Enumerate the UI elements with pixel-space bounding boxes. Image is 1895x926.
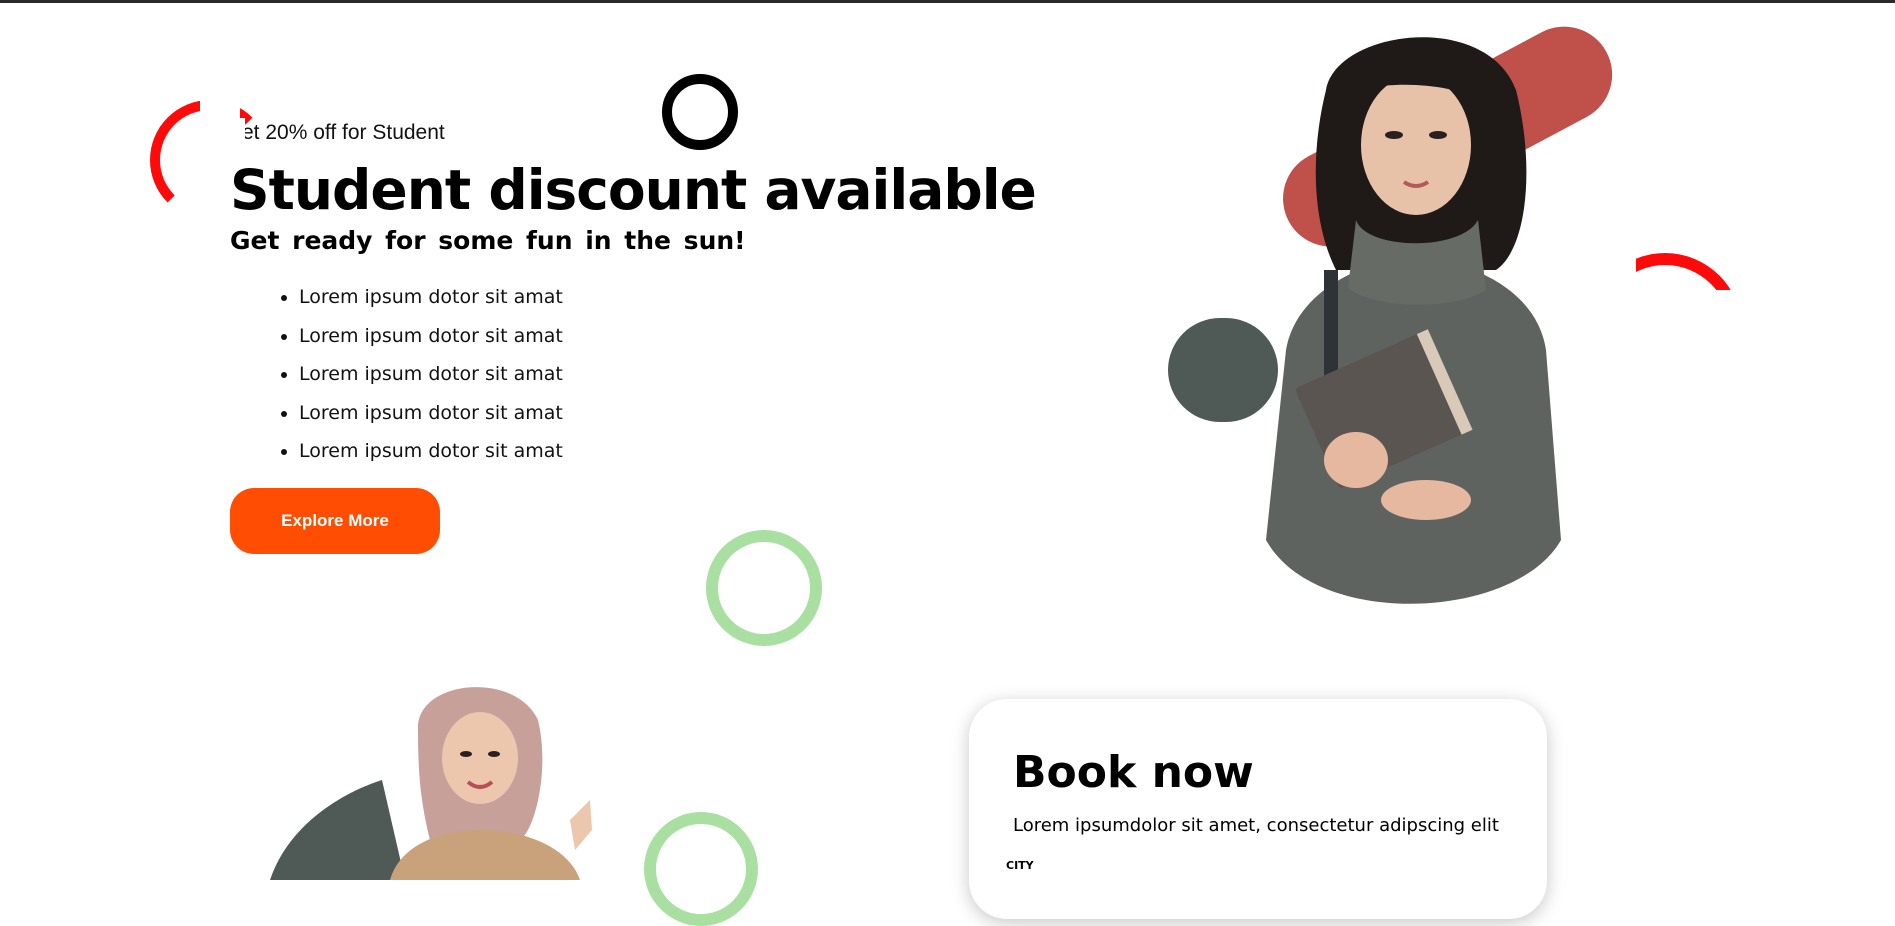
feature-item: Lorem ipsum dotor sit amat: [299, 438, 563, 477]
discount-eyebrow: et 20% off for Student: [242, 121, 445, 144]
feature-list: Lorem ipsum dotor sit amat Lorem ipsum d…: [272, 284, 563, 477]
feature-item: Lorem ipsum dotor sit amat: [299, 284, 563, 323]
student-photo: [1216, 20, 1612, 637]
booking-card: Book now Lorem ipsumdolor sit amet, cons…: [969, 699, 1547, 919]
hero-subtitle: Get ready for some fun in the sun!: [230, 226, 746, 255]
feature-item: Lorem ipsum dotor sit amat: [299, 361, 563, 400]
booking-description: Lorem ipsumdolor sit amet, consectetur a…: [1013, 815, 1499, 836]
student-photo-hijab: [270, 680, 650, 880]
feature-item: Lorem ipsum dotor sit amat: [299, 400, 563, 439]
city-field-label: CITY: [1006, 859, 1034, 872]
booking-title: Book now: [1013, 747, 1254, 798]
explore-more-button[interactable]: Explore More: [230, 488, 440, 554]
eyebrow-overlap-mask: [229, 118, 245, 148]
hero-title: Student discount available: [230, 158, 1037, 222]
feature-item: Lorem ipsum dotor sit amat: [299, 323, 563, 362]
